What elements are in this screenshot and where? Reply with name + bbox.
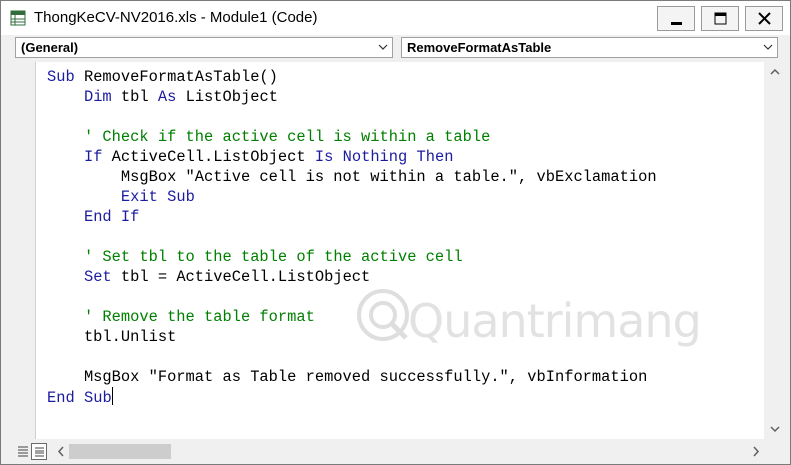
full-module-view-icon[interactable] <box>31 443 47 460</box>
close-icon <box>758 12 771 25</box>
code-keyword: Exit <box>120 188 158 206</box>
code-token: MsgBox "Active cell is not within a tabl… <box>47 168 657 186</box>
code-line[interactable]: tbl.Unlist <box>47 328 176 346</box>
procedure-view-icon[interactable] <box>15 443 31 460</box>
code-keyword: Nothing <box>342 148 408 166</box>
code-area: Sub RemoveFormatAsTable() Dim tbl As Lis… <box>1 62 790 439</box>
procedure-dropdown-value: RemoveFormatAsTable <box>407 40 552 55</box>
vba-code-window: ThongKeCV-NV2016.xls - Module1 (Code) (G… <box>0 0 791 465</box>
title-bar[interactable]: ThongKeCV-NV2016.xls - Module1 (Code) <box>1 1 790 35</box>
scroll-right-arrow-icon[interactable] <box>748 443 764 460</box>
minimize-button[interactable] <box>657 6 695 31</box>
code-keyword: End <box>83 208 112 226</box>
code-line[interactable]: Set tbl = ActiveCell.ListObject <box>47 268 370 286</box>
vertical-scroll-track[interactable] <box>767 82 783 419</box>
code-token: ActiveCell.ListObject <box>102 148 315 166</box>
code-comment: ' Check if the active cell is within a t… <box>83 128 491 146</box>
code-editor[interactable]: Sub RemoveFormatAsTable() Dim tbl As Lis… <box>36 62 764 439</box>
code-token: MsgBox "Format as Table removed successf… <box>47 368 648 386</box>
code-line[interactable]: MsgBox "Active cell is not within a tabl… <box>47 168 657 186</box>
margin-indicator-bar[interactable] <box>6 62 34 439</box>
code-keyword: Dim <box>83 88 112 106</box>
chevron-down-icon <box>378 44 388 50</box>
scroll-up-arrow-icon[interactable] <box>766 64 784 80</box>
code-token: RemoveFormatAsTable() <box>74 68 278 86</box>
code-line[interactable]: ' Set tbl to the table of the active cel… <box>47 248 463 266</box>
window-title: ThongKeCV-NV2016.xls - Module1 (Code) <box>34 9 318 26</box>
code-line[interactable]: Exit Sub <box>47 188 195 206</box>
code-keyword: Sub <box>83 389 112 407</box>
code-keyword: If <box>83 148 103 166</box>
horizontal-scrollbar[interactable] <box>53 443 764 460</box>
code-token: ListObject <box>176 88 278 106</box>
code-line[interactable]: Sub RemoveFormatAsTable() <box>47 68 278 86</box>
horizontal-scroll-thumb[interactable] <box>69 444 171 459</box>
scroll-left-arrow-icon[interactable] <box>53 443 69 460</box>
close-button[interactable] <box>745 6 783 31</box>
code-line[interactable]: If ActiveCell.ListObject Is Nothing Then <box>47 148 454 166</box>
code-line[interactable]: End Sub <box>47 387 113 407</box>
code-line[interactable]: ' Check if the active cell is within a t… <box>47 128 490 146</box>
code-token: tbl = ActiveCell.ListObject <box>111 268 371 286</box>
code-keyword: As <box>157 88 177 106</box>
code-keyword: If <box>120 208 140 226</box>
code-token: tbl <box>111 88 158 106</box>
maximize-icon <box>714 12 727 25</box>
minimize-icon <box>671 22 682 25</box>
code-comment: ' Set tbl to the table of the active cel… <box>83 248 463 266</box>
code-keyword: Sub <box>167 188 195 206</box>
code-keyword: End <box>47 389 75 407</box>
scrollbar-corner <box>766 443 784 460</box>
code-keyword: Set <box>83 268 112 286</box>
vertical-scrollbar[interactable] <box>766 62 784 439</box>
dropdown-bar: (General) RemoveFormatAsTable <box>1 35 790 61</box>
code-token: tbl.Unlist <box>47 328 177 346</box>
object-dropdown[interactable]: (General) <box>15 37 393 58</box>
chevron-down-icon <box>763 44 773 50</box>
maximize-button[interactable] <box>701 6 739 31</box>
text-cursor <box>111 387 113 405</box>
code-line[interactable]: Dim tbl As ListObject <box>47 88 278 106</box>
bottom-bar <box>1 439 790 464</box>
scroll-down-arrow-icon[interactable] <box>766 421 784 437</box>
code-line[interactable]: End If <box>47 208 139 226</box>
object-dropdown-value: (General) <box>21 40 79 55</box>
code-keyword: Then <box>416 148 454 166</box>
code-keyword: Sub <box>47 68 75 86</box>
code-keyword: Is <box>314 148 334 166</box>
code-comment: ' Remove the table format <box>83 308 315 326</box>
code-line[interactable]: ' Remove the table format <box>47 308 315 326</box>
code-text[interactable]: Sub RemoveFormatAsTable() Dim tbl As Lis… <box>47 67 657 408</box>
excel-app-icon <box>10 10 26 26</box>
procedure-dropdown[interactable]: RemoveFormatAsTable <box>401 37 778 58</box>
code-line[interactable]: MsgBox "Format as Table removed successf… <box>47 368 647 386</box>
